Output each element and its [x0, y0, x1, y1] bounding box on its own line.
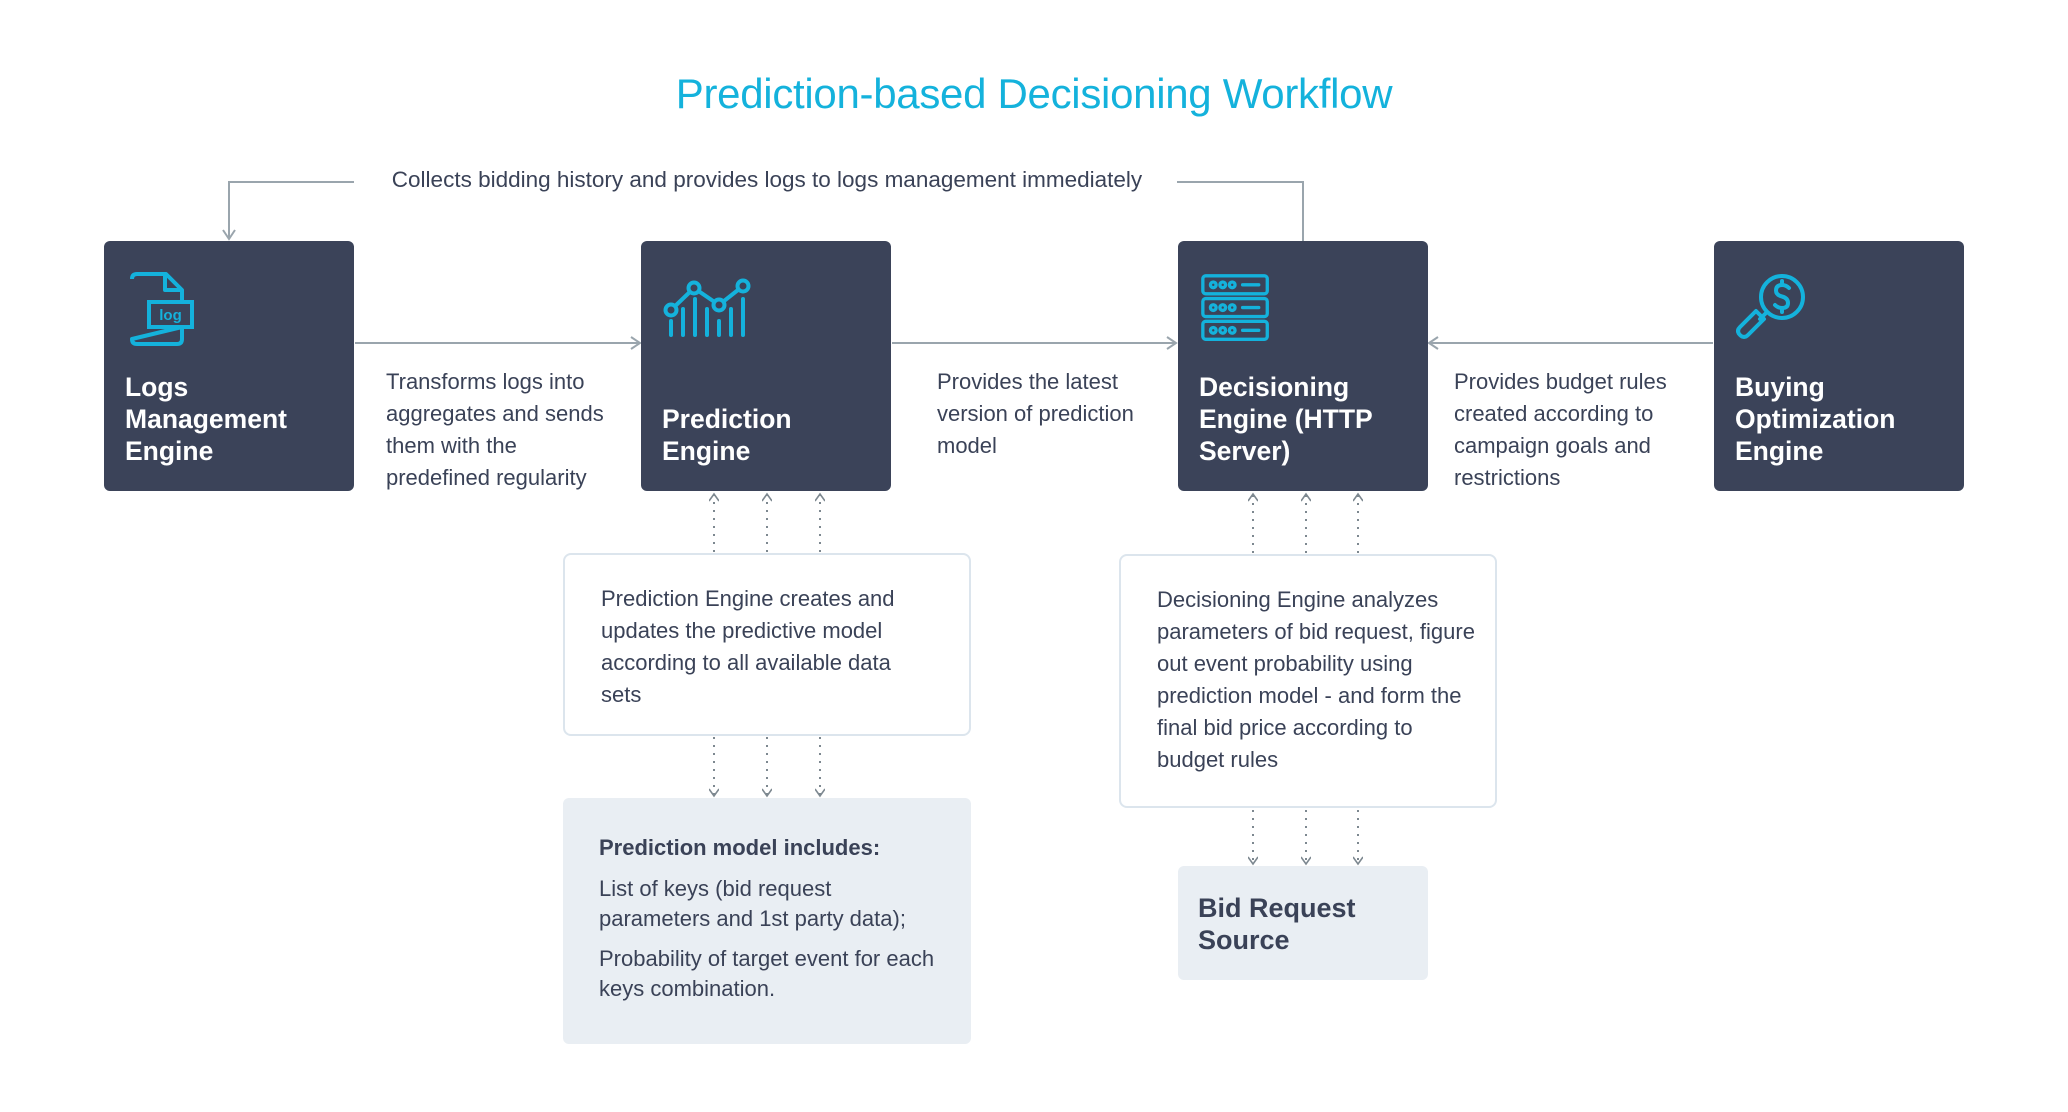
- flow-label-logs-to-prediction: Transforms logs into aggregates and send…: [386, 369, 604, 490]
- log-file-icon: log: [130, 272, 194, 346]
- prediction-model-item: Probability of target event for each key…: [599, 946, 935, 1001]
- decisioning-description-box: Decisioning Engine analyzes parameters o…: [1119, 554, 1497, 808]
- engine-name: Prediction Engine: [662, 404, 792, 466]
- decisioning-description: Decisioning Engine analyzes parameters o…: [1157, 587, 1475, 772]
- engine-name: Buying Optimization Engine: [1735, 372, 1896, 466]
- server-icon: [1201, 274, 1269, 341]
- decisioning-engine: Decisioning Engine (HTTP Server): [1178, 241, 1428, 491]
- flow-label-prediction-to-decisioning: Provides the latest version of predictio…: [937, 369, 1134, 458]
- workflow-diagram: Prediction-based Decisioning Workflow Co…: [0, 0, 2068, 1112]
- prediction-description: Prediction Engine creates and updates th…: [601, 586, 895, 707]
- prediction-engine: Prediction Engine: [641, 241, 891, 491]
- engine-name: Logs Management Engine: [125, 372, 287, 466]
- bid-request-source-label: Bid Request Source: [1198, 893, 1356, 955]
- feedback-label: Collects bidding history and provides lo…: [391, 167, 1143, 192]
- dotted-arrows-decisioning-down: [1253, 810, 1358, 864]
- money-search-icon: [1736, 274, 1805, 339]
- prediction-description-box: Prediction Engine creates and updates th…: [563, 553, 971, 736]
- page-title: Prediction-based Decisioning Workflow: [675, 70, 1393, 117]
- dotted-arrows-prediction-down: [714, 737, 820, 796]
- svg-text:log: log: [159, 307, 182, 324]
- engine-name: Decisioning Engine (HTTP Server): [1199, 372, 1373, 466]
- prediction-model-box: Prediction model includes: List of keys …: [563, 798, 971, 1044]
- flow-label-buying-to-decisioning: Provides budget rules created according …: [1454, 369, 1667, 490]
- buying-optimization-engine: Buying Optimization Engine: [1714, 241, 1964, 491]
- logs-management-engine: log Logs Management Engine: [104, 241, 354, 491]
- bid-request-source-box: Bid Request Source: [1178, 866, 1428, 980]
- dotted-arrows-decisioning-up: [1253, 494, 1358, 553]
- prediction-model-heading: Prediction model includes:: [599, 835, 881, 860]
- dotted-arrows-prediction-up: [714, 494, 820, 552]
- prediction-model-item: List of keys (bid request parameters and…: [599, 876, 906, 931]
- chart-analytics-icon: [663, 278, 751, 337]
